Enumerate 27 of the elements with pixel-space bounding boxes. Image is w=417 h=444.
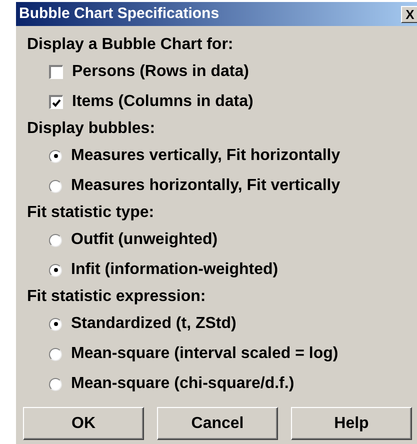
radio-button[interactable]	[49, 378, 62, 390]
close-button[interactable]: X	[401, 6, 417, 22]
section-heading: Fit statistic type:	[27, 203, 154, 223]
option-label: Infit (information-weighted)	[71, 260, 278, 280]
option-label: Outfit (unweighted)	[71, 230, 218, 250]
option-label: Persons (Rows in data)	[72, 62, 249, 82]
option-label: Measures vertically, Fit horizontally	[71, 146, 340, 166]
dialog-button[interactable]: OK	[23, 407, 144, 440]
option-label: Mean-square (interval scaled = log)	[71, 344, 338, 364]
radio-button[interactable]	[49, 234, 62, 246]
option-label: Standardized (t, ZStd)	[71, 314, 236, 334]
radio-button[interactable]	[49, 348, 62, 360]
radio-button[interactable]	[49, 264, 62, 276]
section-heading: Display bubbles:	[27, 119, 156, 139]
section-heading: Fit statistic expression:	[27, 287, 206, 307]
dialog-button[interactable]: Cancel	[157, 407, 278, 440]
option-label: Items (Columns in data)	[72, 92, 254, 112]
checkbox[interactable]	[49, 65, 63, 79]
section-heading: Display a Bubble Chart for:	[27, 35, 234, 55]
radio-button[interactable]	[49, 318, 62, 330]
window-title: Bubble Chart Specifications	[19, 4, 220, 24]
option-label: Measures horizontally, Fit vertically	[71, 176, 340, 196]
option-label: Mean-square (chi-square/d.f.)	[71, 374, 294, 394]
dialog-button[interactable]: Help	[291, 407, 412, 440]
radio-button[interactable]	[49, 150, 62, 162]
radio-button[interactable]	[49, 180, 62, 192]
checkbox[interactable]	[49, 95, 63, 109]
